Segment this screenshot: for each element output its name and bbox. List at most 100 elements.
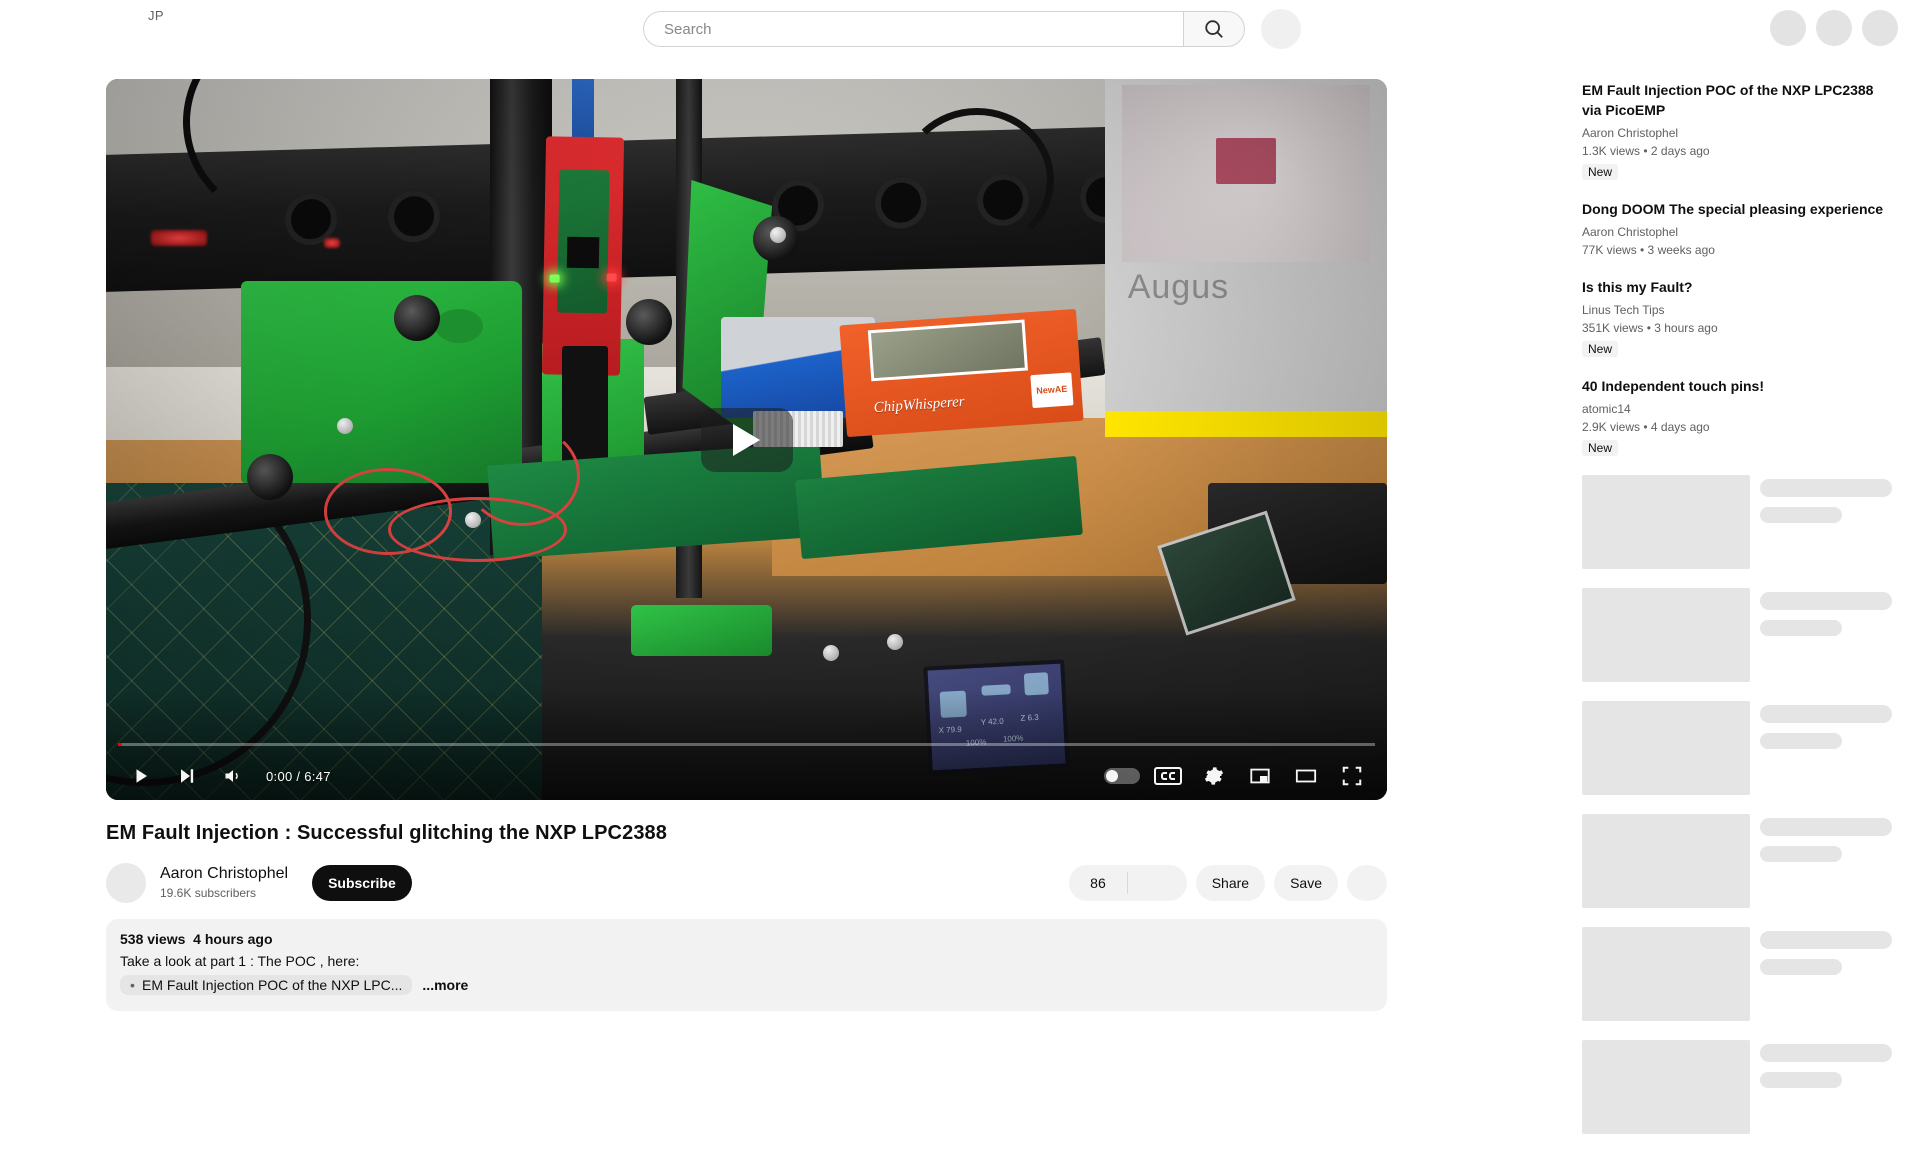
skeleton-line-primary bbox=[1760, 705, 1892, 723]
description-video-chip[interactable]: EM Fault Injection POC of the NXP LPC... bbox=[120, 975, 413, 995]
fullscreen-icon bbox=[1342, 766, 1362, 786]
like-button[interactable]: 86 bbox=[1069, 875, 1128, 891]
autoplay-button[interactable] bbox=[1099, 752, 1145, 800]
skeleton-item bbox=[1582, 814, 1892, 908]
description-stats: 538 views 4 hours ago bbox=[120, 931, 1373, 947]
next-video-button[interactable] bbox=[164, 752, 210, 800]
voice-search-button[interactable] bbox=[1261, 9, 1301, 49]
account-avatar[interactable] bbox=[1862, 10, 1898, 46]
theater-mode-button[interactable] bbox=[1283, 752, 1329, 800]
skeleton-thumbnail bbox=[1582, 814, 1750, 908]
channel-subscribers: 19.6K subscribers bbox=[160, 886, 257, 900]
channel-row: Aaron Christophel 19.6K subscribers Subs… bbox=[106, 861, 1387, 905]
locale-label: JP bbox=[148, 8, 164, 23]
play-button[interactable] bbox=[118, 752, 164, 800]
related-channel: Aaron Christophel bbox=[1582, 126, 1679, 140]
masthead-left: JP bbox=[148, 8, 164, 23]
view-count: 538 views bbox=[120, 931, 186, 947]
skeleton-line-secondary bbox=[1760, 1072, 1842, 1088]
skeleton-line-secondary bbox=[1760, 959, 1842, 975]
status-badge: New bbox=[1582, 440, 1619, 456]
skeleton-text bbox=[1760, 701, 1892, 795]
status-badge: New bbox=[1582, 341, 1619, 357]
related-stats: 1.3K views • 2 days ago bbox=[1582, 144, 1710, 158]
list-item[interactable]: Dong DOOM The special pleasing experienc… bbox=[1582, 199, 1892, 259]
time-display: 0:00 / 6:47 bbox=[266, 768, 331, 784]
description-chip-row: EM Fault Injection POC of the NXP LPC...… bbox=[120, 975, 1373, 995]
skeleton-text bbox=[1760, 927, 1892, 1021]
masthead-right bbox=[1770, 10, 1898, 46]
skeleton-line-secondary bbox=[1760, 846, 1842, 862]
search-button[interactable] bbox=[1183, 11, 1245, 47]
channel-avatar[interactable] bbox=[106, 863, 146, 903]
related-channel: atomic14 bbox=[1582, 402, 1631, 416]
show-more-button[interactable]: ...more bbox=[422, 977, 468, 993]
description-body: Take a look at part 1 : The POC , here: bbox=[120, 953, 360, 969]
skeleton-line-primary bbox=[1760, 479, 1892, 497]
skeleton-item bbox=[1582, 588, 1892, 682]
channel-meta: Aaron Christophel 19.6K subscribers bbox=[160, 864, 288, 902]
list-item[interactable]: Is this my Fault? Linus Tech Tips 351K v… bbox=[1582, 277, 1892, 358]
list-item[interactable]: EM Fault Injection POC of the NXP LPC238… bbox=[1582, 80, 1892, 181]
search-area bbox=[643, 9, 1301, 49]
skeleton-thumbnail bbox=[1582, 701, 1750, 795]
like-divider bbox=[1127, 872, 1129, 894]
channel-name[interactable]: Aaron Christophel bbox=[160, 864, 288, 884]
skeleton-line-primary bbox=[1760, 818, 1892, 836]
volume-icon bbox=[225, 770, 238, 782]
skeleton-line-primary bbox=[1760, 592, 1892, 610]
search-icon bbox=[1205, 20, 1223, 38]
share-button[interactable]: Share bbox=[1195, 865, 1266, 901]
skeleton-text bbox=[1760, 814, 1892, 908]
progress-bar[interactable] bbox=[118, 743, 1375, 746]
subscribe-button[interactable]: Subscribe bbox=[312, 865, 412, 901]
like-dislike-group: 86 bbox=[1068, 865, 1187, 901]
related-title: Is this my Fault? bbox=[1582, 279, 1693, 295]
publish-date: 4 hours ago bbox=[193, 931, 273, 947]
next-icon bbox=[181, 769, 194, 783]
closed-captions-icon bbox=[1154, 767, 1182, 785]
primary-column: ChipWhisperer NewAE Augus X 79.9 Y 42.0 … bbox=[106, 79, 1387, 1011]
volume-button[interactable] bbox=[210, 752, 256, 800]
miniplayer-button[interactable] bbox=[1237, 752, 1283, 800]
skeleton-line-secondary bbox=[1760, 507, 1842, 523]
like-count: 86 bbox=[1090, 875, 1106, 891]
related-stats: 2.9K views • 4 days ago bbox=[1582, 420, 1710, 434]
search-box[interactable] bbox=[643, 11, 1183, 47]
related-title: Dong DOOM The special pleasing experienc… bbox=[1582, 201, 1884, 217]
more-actions-button[interactable] bbox=[1347, 865, 1387, 901]
skeleton-text bbox=[1760, 475, 1892, 569]
skeleton-thumbnail bbox=[1582, 475, 1750, 569]
create-icon[interactable] bbox=[1770, 10, 1806, 46]
video-player[interactable]: ChipWhisperer NewAE Augus X 79.9 Y 42.0 … bbox=[106, 79, 1387, 800]
skeleton-item bbox=[1582, 927, 1892, 1021]
skeleton-line-secondary bbox=[1760, 620, 1842, 636]
related-stats: 351K views • 3 hours ago bbox=[1582, 321, 1718, 335]
skeleton-text bbox=[1760, 1040, 1892, 1134]
save-button[interactable]: Save bbox=[1274, 865, 1338, 901]
status-badge: New bbox=[1582, 164, 1619, 180]
skeleton-item bbox=[1582, 701, 1892, 795]
play-triangle-icon bbox=[733, 423, 760, 456]
description-box[interactable]: 538 views 4 hours ago Take a look at par… bbox=[106, 919, 1387, 1011]
skeleton-thumbnail bbox=[1582, 927, 1750, 1021]
secondary-column: EM Fault Injection POC of the NXP LPC238… bbox=[1582, 80, 1892, 1153]
big-play-button[interactable] bbox=[700, 407, 793, 472]
skeleton-line-primary bbox=[1760, 931, 1892, 949]
skeleton-item bbox=[1582, 475, 1892, 569]
loading-placeholders bbox=[1582, 475, 1892, 1134]
related-title: 40 Independent touch pins! bbox=[1582, 378, 1765, 394]
related-stats: 77K views • 3 weeks ago bbox=[1582, 243, 1715, 257]
subtitles-button[interactable] bbox=[1145, 752, 1191, 800]
list-item[interactable]: 40 Independent touch pins! atomic14 2.9K… bbox=[1582, 376, 1892, 457]
settings-button[interactable] bbox=[1191, 752, 1237, 800]
progress-played bbox=[118, 743, 122, 746]
related-title: EM Fault Injection POC of the NXP LPC238… bbox=[1582, 82, 1874, 118]
notifications-icon[interactable] bbox=[1816, 10, 1852, 46]
skeleton-line-secondary bbox=[1760, 733, 1842, 749]
masthead: JP bbox=[0, 0, 1920, 56]
search-input[interactable] bbox=[664, 20, 1183, 38]
player-controls: 0:00 / 6:47 bbox=[106, 752, 1387, 800]
skeleton-thumbnail bbox=[1582, 1040, 1750, 1134]
fullscreen-button[interactable] bbox=[1329, 752, 1375, 800]
